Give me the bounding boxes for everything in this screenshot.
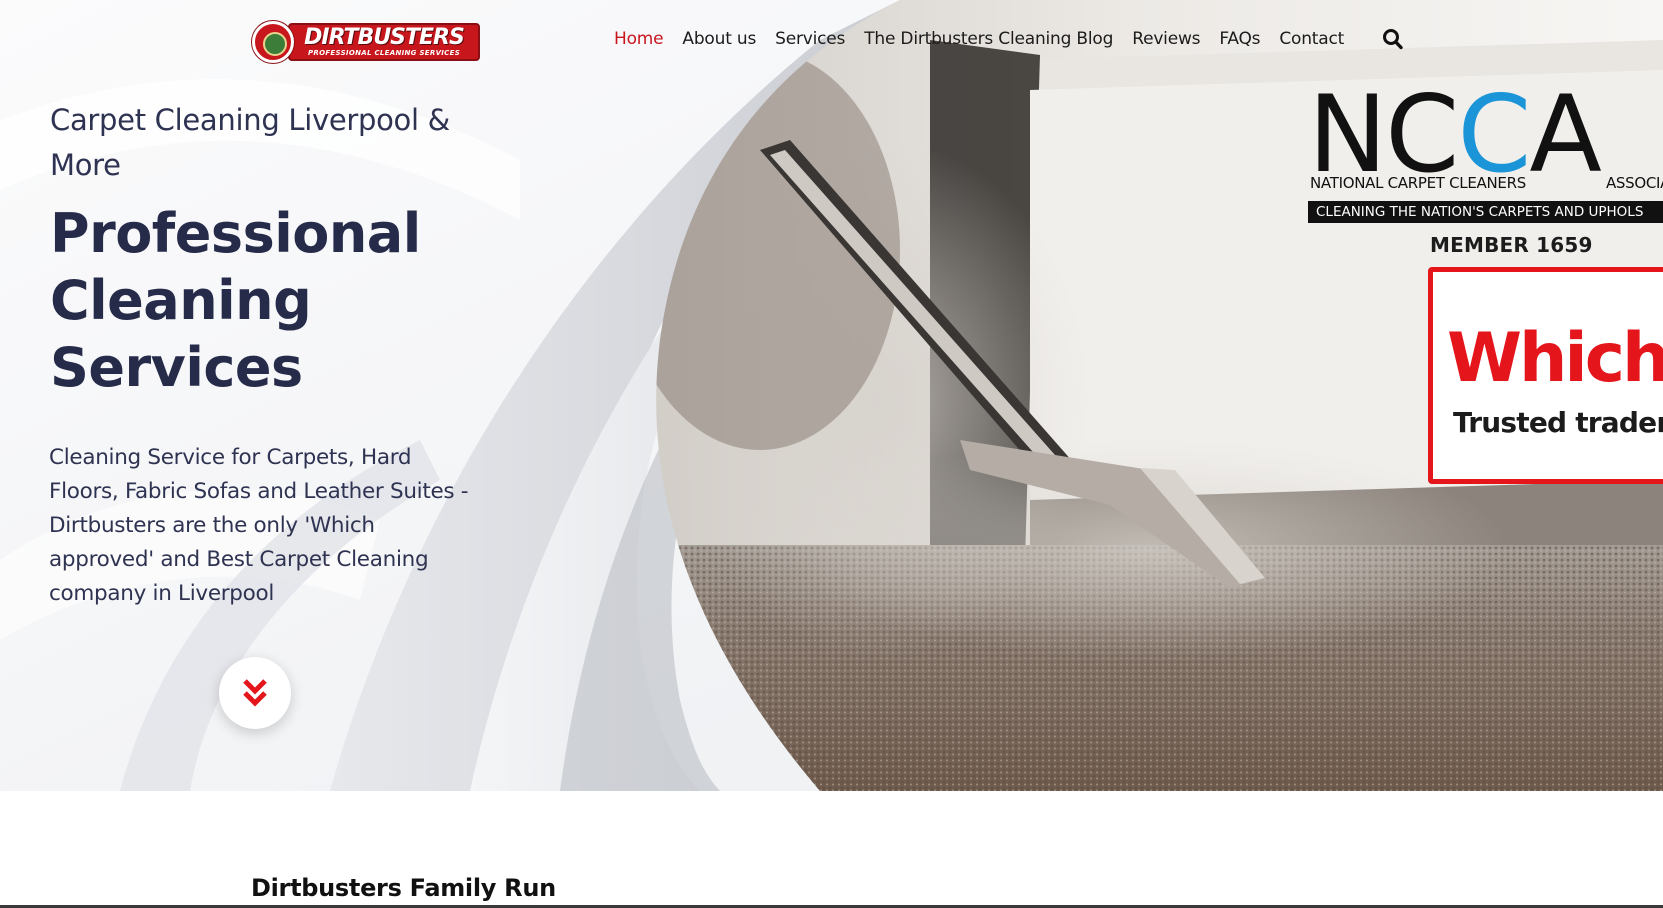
hero-headline: Professional Cleaning Services [50, 202, 421, 399]
hero-section: DIRTBUSTERS PROFESSIONAL CLEANING SERVIC… [0, 0, 1663, 791]
ncca-badge: NCCA NATIONAL CARPET CLEANERS ASSOCIA CLE… [1308, 78, 1663, 228]
logo-wordmark: DIRTBUSTERS [304, 24, 465, 50]
search-icon[interactable] [1381, 26, 1405, 52]
ncca-name-left: NATIONAL CARPET CLEANERS [1310, 174, 1526, 192]
nav-item-contact[interactable]: Contact [1279, 29, 1344, 49]
nav-item-about-us[interactable]: About us [682, 29, 756, 49]
main-nav: Home About us Services The Dirtbusters C… [614, 26, 1363, 52]
which-trusted-trader-badge: Which? Trusted trader [1428, 267, 1663, 484]
which-wordmark: Which? [1447, 319, 1663, 398]
ncca-name-right: ASSOCIA [1605, 174, 1663, 192]
logo-plate: DIRTBUSTERS PROFESSIONAL CLEANING SERVIC… [288, 23, 480, 61]
nav-item-home[interactable]: Home [614, 29, 664, 49]
hero-eyebrow: Carpet Cleaning Liverpool & More [50, 103, 450, 182]
brand-logo[interactable]: DIRTBUSTERS PROFESSIONAL CLEANING SERVIC… [252, 21, 482, 63]
double-chevron-down-icon [243, 679, 267, 707]
mascot-emblem-icon [252, 21, 294, 63]
nav-item-services[interactable]: Services [775, 29, 845, 49]
nav-item-blog[interactable]: The Dirtbusters Cleaning Blog [864, 29, 1113, 49]
nav-item-faqs[interactable]: FAQs [1219, 29, 1260, 49]
logo-tagline: PROFESSIONAL CLEANING SERVICES [307, 48, 461, 57]
hero-intro: Cleaning Service for Carpets, Hard Floor… [49, 445, 469, 606]
ncca-logo-letters: NCCA [1308, 82, 1602, 188]
ncca-full-name: NATIONAL CARPET CLEANERS ASSOCIA [1310, 174, 1663, 192]
section-title: Dirtbusters Family Run [251, 874, 556, 902]
ncca-strapline: CLEANING THE NATION'S CARPETS AND UPHOLS [1308, 201, 1663, 223]
ncca-member-number: MEMBER 1659 [1430, 233, 1593, 257]
scroll-down-button[interactable] [219, 657, 291, 729]
which-trader-label: Trusted trader [1453, 406, 1663, 439]
nav-item-reviews[interactable]: Reviews [1132, 29, 1200, 49]
